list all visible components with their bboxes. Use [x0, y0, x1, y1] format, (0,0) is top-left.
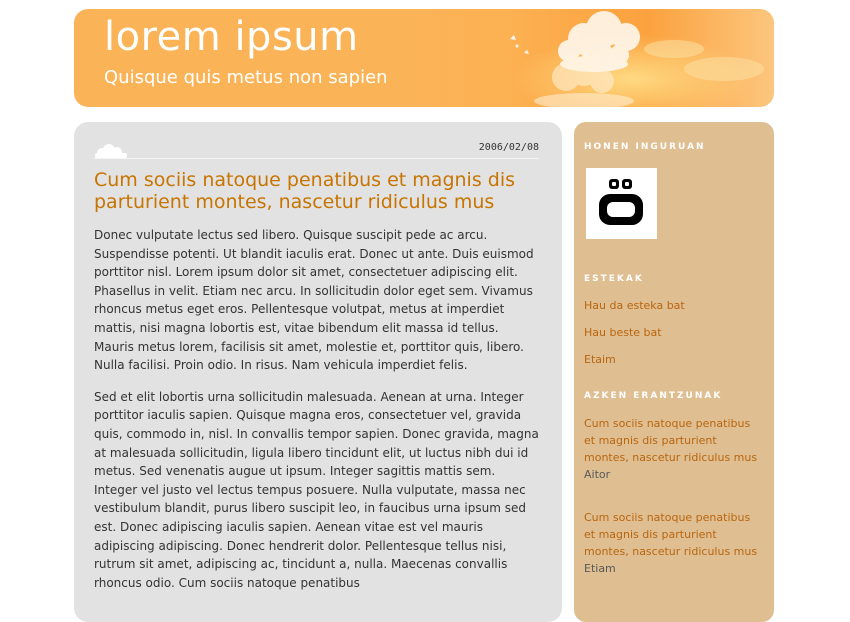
about-heading: HONEN INGURUAN [584, 142, 706, 152]
sidebar-link[interactable]: Hau beste bat [584, 326, 662, 339]
post-paragraph: Donec vulputate lectus sed libero. Quisq… [94, 228, 534, 373]
post-paragraph: Sed et elit lobortis urna sollicitudin m… [94, 389, 539, 590]
post-divider [94, 158, 539, 159]
reply-author: Etiam [584, 562, 616, 575]
site-header: lorem ipsum Quisque quis metus non sapie… [74, 9, 774, 107]
profile-logo [586, 168, 657, 239]
links-heading: ESTEKAK [584, 274, 644, 284]
reply-author: Aitor [584, 468, 611, 481]
small-cloud-icon [95, 144, 127, 158]
sidebar-link[interactable]: Etaim [584, 353, 616, 366]
blogger-face-icon [599, 179, 643, 225]
recent-reply-item: Cum sociis natoque penatibus et magnis d… [584, 509, 762, 577]
reply-post-link[interactable]: Cum sociis natoque penatibus et magnis d… [584, 509, 762, 560]
post-body: Donec vulputate lectus sed libero. Quisq… [94, 226, 540, 605]
main-content: 2006/02/08 Cum sociis natoque penatibus … [74, 122, 562, 622]
sidebar-link[interactable]: Hau da esteka bat [584, 299, 685, 312]
recent-reply-item: Cum sociis natoque penatibus et magnis d… [584, 415, 762, 483]
site-subtitle: Quisque quis metus non sapien [104, 67, 388, 88]
recent-replies-heading: AZKEN ERANTZUNAK [584, 391, 723, 401]
post-title[interactable]: Cum sociis natoque penatibus et magnis d… [94, 169, 544, 213]
sidebar: HONEN INGURUAN ESTEKAK Hau da esteka bat… [574, 122, 774, 622]
reply-post-link[interactable]: Cum sociis natoque penatibus et magnis d… [584, 415, 762, 466]
post-date: 2006/02/08 [478, 142, 539, 153]
site-title[interactable]: lorem ipsum [104, 17, 359, 57]
